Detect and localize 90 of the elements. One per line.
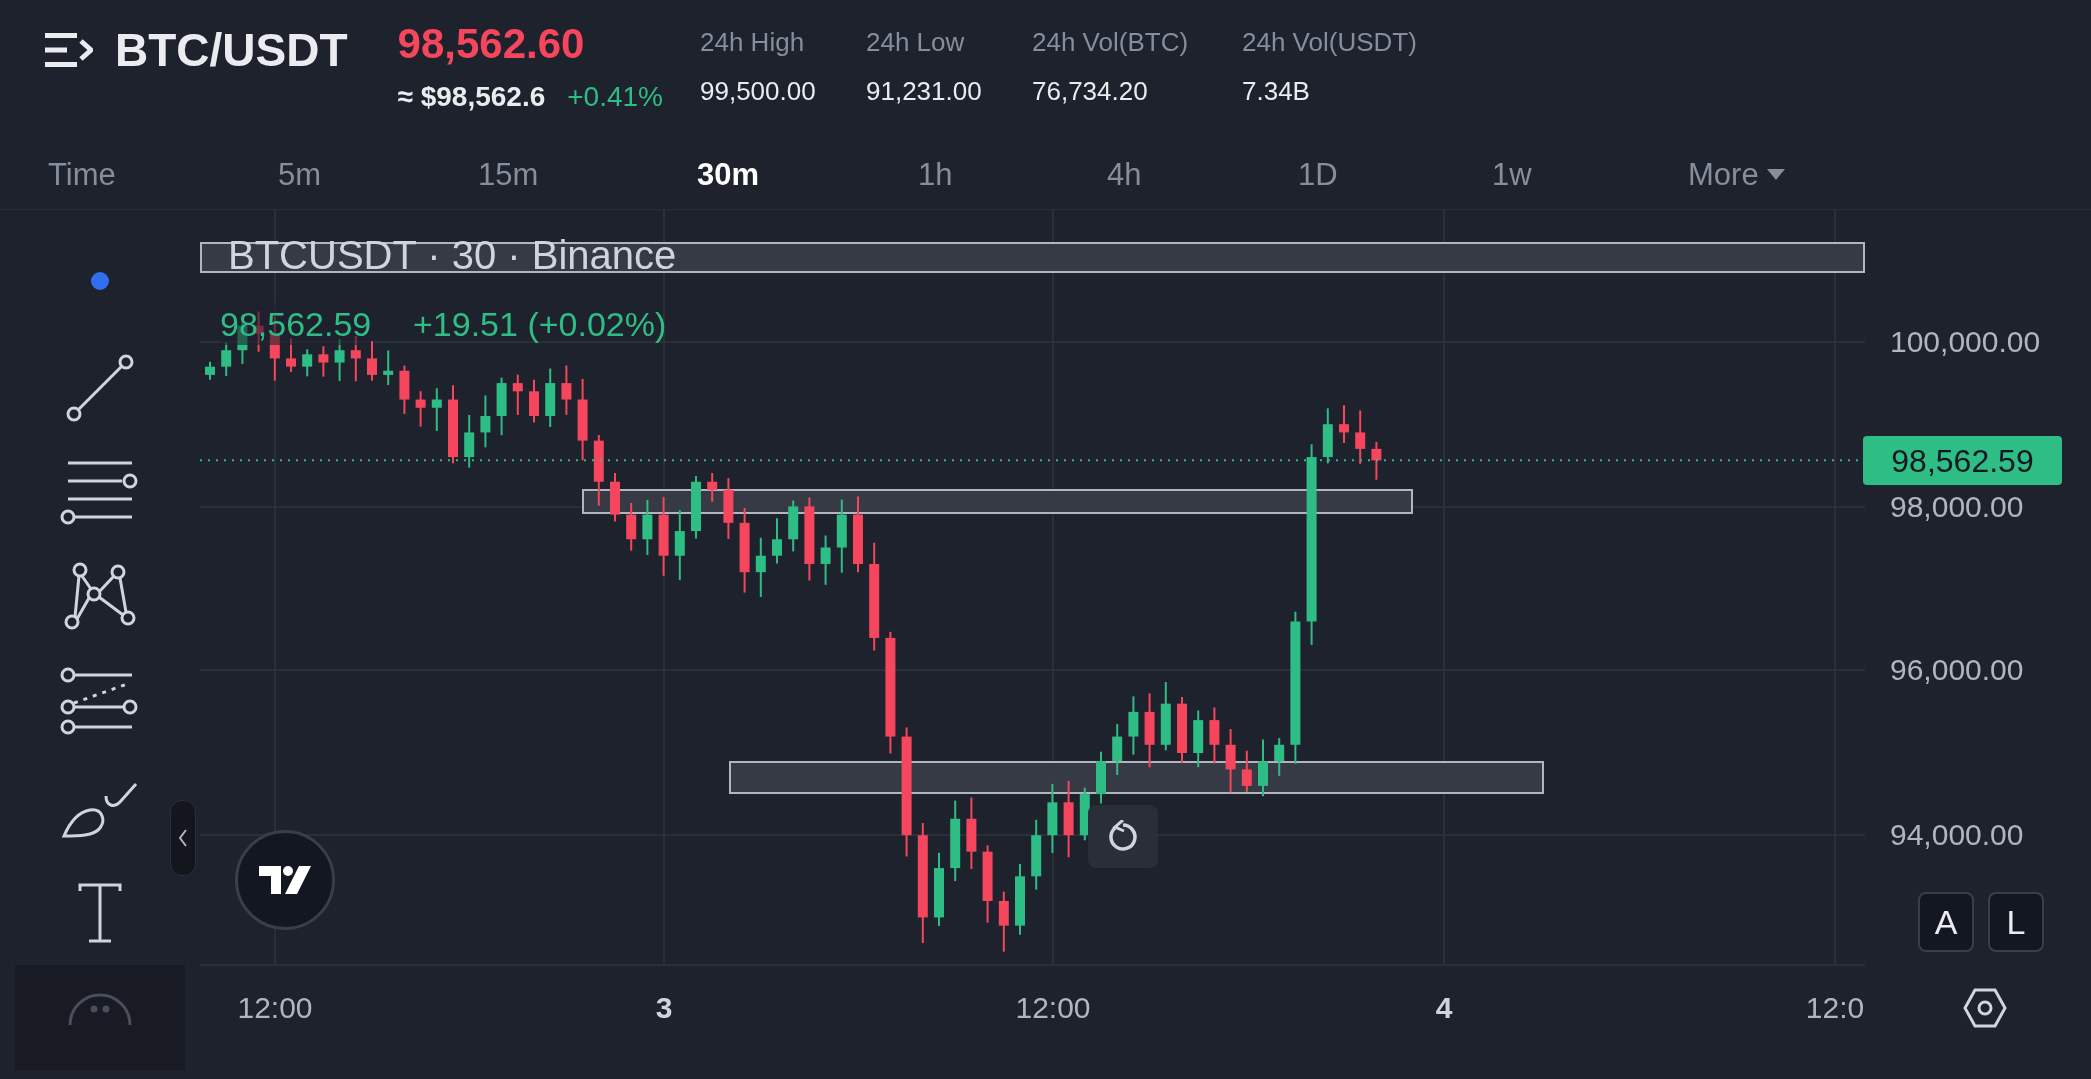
candle [367, 340, 377, 382]
candle [221, 341, 232, 377]
settings-icon[interactable] [1963, 986, 2007, 1030]
candle [1096, 750, 1106, 805]
candle [205, 360, 215, 381]
candle [1079, 786, 1090, 842]
caret-down-icon [1766, 169, 1785, 181]
chart-title: BTCUSDT · 30 · Binance [228, 232, 677, 279]
price-axis-label: 98,000.00 [1890, 489, 2024, 525]
reset-icon [1107, 819, 1139, 854]
stat-value: 91,231.00 [866, 75, 983, 108]
candle [302, 348, 313, 378]
stat-value: 99,500.00 [700, 75, 817, 108]
stat-value: 76,734.20 [1032, 75, 1149, 108]
candle [1193, 709, 1204, 769]
stat-value: 7.34B [1242, 75, 1311, 108]
candle [788, 499, 799, 553]
timeframe-tab[interactable]: 4h [1107, 152, 1142, 198]
current-price-tag: 98,562.59 [1863, 436, 2062, 486]
candle [1371, 440, 1382, 481]
candle [545, 367, 556, 428]
time-axis-label: 3 [655, 990, 673, 1026]
candle [431, 387, 442, 432]
candle [1047, 782, 1058, 854]
price-change: +0.41% [567, 80, 663, 114]
candle [415, 390, 426, 428]
candle [399, 364, 410, 415]
stat-label: 24h Vol(USDT) [1242, 26, 1418, 59]
candle [1160, 681, 1171, 752]
time-axis-label: 12:00 [237, 990, 313, 1026]
candle [642, 498, 653, 556]
candle [496, 376, 507, 437]
scale-button[interactable]: L [1988, 892, 2044, 952]
timeframe-tab[interactable]: 1D [1298, 152, 1338, 198]
more-button[interactable]: More [1688, 152, 1785, 198]
legend-change: +19.51 (+0.02%) [413, 304, 667, 345]
usd-price: ≈ $98,562.6 [397, 80, 546, 114]
scale-button[interactable]: A [1918, 892, 1974, 952]
candle [1274, 737, 1285, 777]
stat-label: 24h High [700, 26, 806, 59]
candle [626, 501, 637, 552]
candle [464, 414, 475, 469]
price-axis-label: 96,000.00 [1890, 652, 2024, 688]
reset-button[interactable] [1088, 805, 1158, 868]
zone-rectangle[interactable] [729, 761, 1544, 794]
stat-label: 24h Vol(BTC) [1032, 26, 1190, 59]
candle [820, 534, 831, 586]
last-price: 98,562.60 [397, 19, 586, 69]
candle [707, 471, 718, 503]
candle [1258, 738, 1268, 798]
trading-pair: BTC/USDT [115, 22, 348, 78]
chevron-left-icon [178, 828, 188, 848]
stat-label: 24h Low [866, 26, 966, 59]
candle [1209, 706, 1220, 765]
candle [723, 477, 734, 540]
logo-icon [259, 866, 311, 894]
candle [383, 349, 394, 386]
candle [1225, 728, 1236, 794]
timeframe-tab[interactable]: 30m [697, 152, 760, 198]
candle [561, 364, 572, 416]
candle [998, 890, 1009, 953]
candle [1355, 409, 1366, 465]
price-axis-label: 100,000.00 [1890, 324, 2041, 360]
timeframe-tab[interactable]: 5m [278, 152, 322, 198]
timeframe-tab[interactable]: 1h [918, 152, 953, 198]
collapse-handle[interactable] [170, 800, 196, 876]
time-axis-label: 4 [1435, 990, 1453, 1026]
candle [1112, 723, 1123, 777]
timeframe-tab[interactable]: 15m [478, 152, 539, 198]
candle [512, 373, 523, 416]
candle [755, 536, 766, 598]
candle [1241, 749, 1252, 793]
candle [1322, 407, 1333, 465]
timeframe-tab[interactable]: 1w [1492, 152, 1532, 198]
candle [1177, 696, 1187, 764]
candle [529, 378, 539, 424]
time-axis-label: 12:00 [1015, 990, 1091, 1026]
text-tool-icon[interactable] [77, 881, 123, 944]
candle [318, 345, 329, 378]
candle [1339, 404, 1349, 445]
menu-icon[interactable] [45, 32, 93, 68]
candle [772, 517, 782, 565]
time-axis-label: 12:0 [1805, 990, 1865, 1026]
candle [691, 475, 701, 540]
price-axis-label: 94,000.00 [1890, 817, 2024, 853]
candle [610, 472, 620, 523]
candle [1128, 695, 1139, 756]
timeframe-tab[interactable]: Time [48, 152, 116, 198]
zone-rectangle[interactable] [582, 489, 1413, 514]
candle [480, 394, 491, 449]
